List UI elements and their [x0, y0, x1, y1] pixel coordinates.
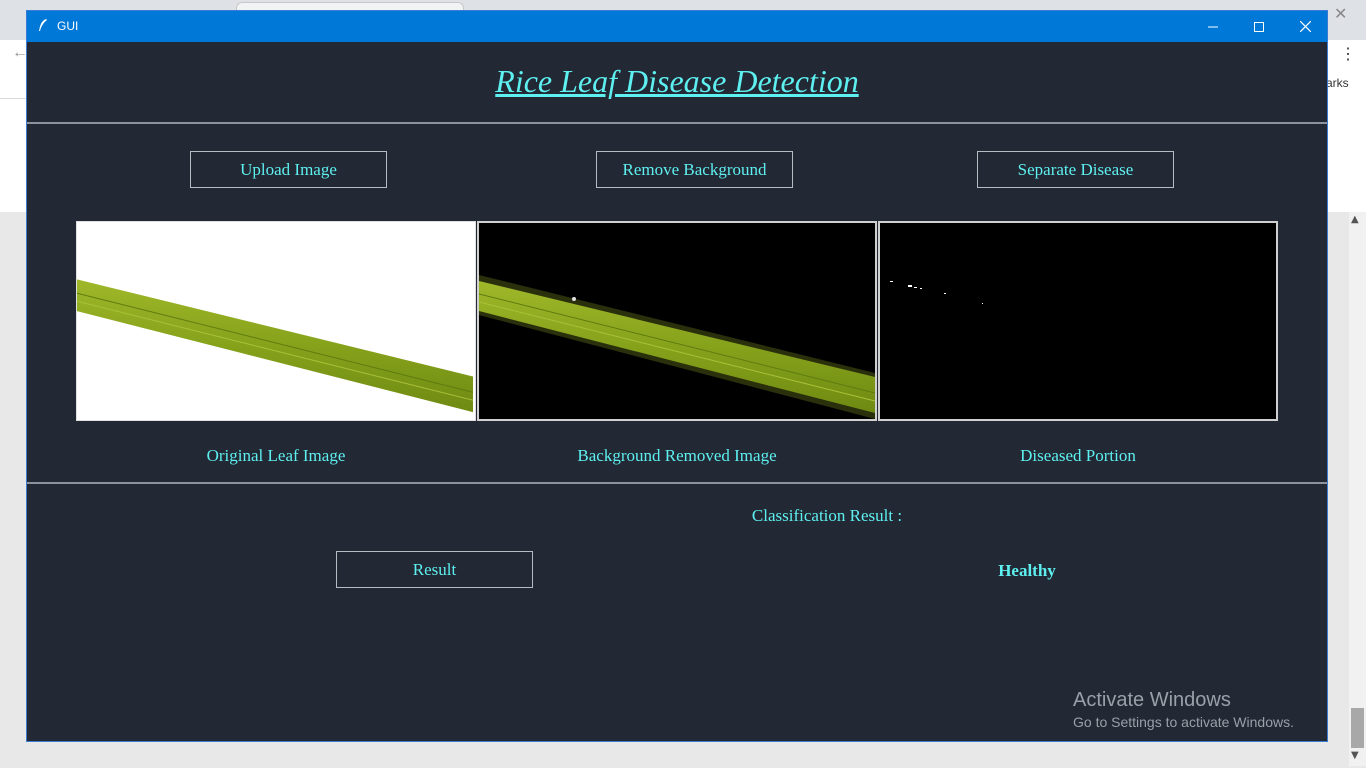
background-removed-caption: Background Removed Image [577, 446, 777, 465]
scroll-down-icon[interactable]: ▼ [1351, 750, 1359, 761]
page-title: Rice Leaf Disease Detection [495, 63, 859, 99]
window-title: GUI [57, 19, 79, 33]
separate-disease-button[interactable]: Separate Disease [977, 151, 1174, 188]
minimize-button[interactable] [1190, 11, 1236, 42]
divider [27, 482, 1327, 484]
original-leaf-image [76, 221, 476, 421]
feather-icon [39, 19, 47, 31]
browser-menu-icon[interactable]: ⋮ [1340, 44, 1356, 64]
classification-result-label: Classification Result : [751, 506, 903, 525]
scrollbar-thumb[interactable] [1351, 708, 1364, 748]
diseased-portion-caption: Diseased Portion [1020, 446, 1136, 465]
classification-result-value: Healthy [998, 561, 1056, 580]
original-image-caption: Original Leaf Image [206, 446, 346, 465]
gui-window: GUI Rice Leaf Disease Detection Upload I… [26, 10, 1328, 742]
activate-windows-watermark: Activate Windows Go to Settings to activ… [1073, 689, 1294, 730]
result-button[interactable]: Result [336, 551, 533, 588]
diseased-portion-image [878, 221, 1278, 421]
watermark-subtitle: Go to Settings to activate Windows. [1073, 714, 1294, 730]
background-removed-image [477, 221, 877, 421]
divider [27, 122, 1327, 124]
close-button[interactable] [1282, 11, 1328, 42]
browser-close-icon[interactable]: ✕ [1334, 4, 1347, 24]
browser-scrollbar[interactable] [1349, 212, 1366, 766]
scroll-up-icon[interactable]: ▲ [1351, 214, 1359, 225]
close-icon [1299, 21, 1311, 32]
maximize-icon [1254, 21, 1264, 32]
bookmarks-label[interactable]: arks [1326, 76, 1349, 90]
maximize-button[interactable] [1236, 11, 1282, 42]
remove-background-button[interactable]: Remove Background [596, 151, 793, 188]
window-titlebar[interactable]: GUI [27, 11, 1327, 42]
minimize-icon [1208, 26, 1218, 27]
watermark-title: Activate Windows [1073, 689, 1231, 711]
upload-image-button[interactable]: Upload Image [190, 151, 387, 188]
